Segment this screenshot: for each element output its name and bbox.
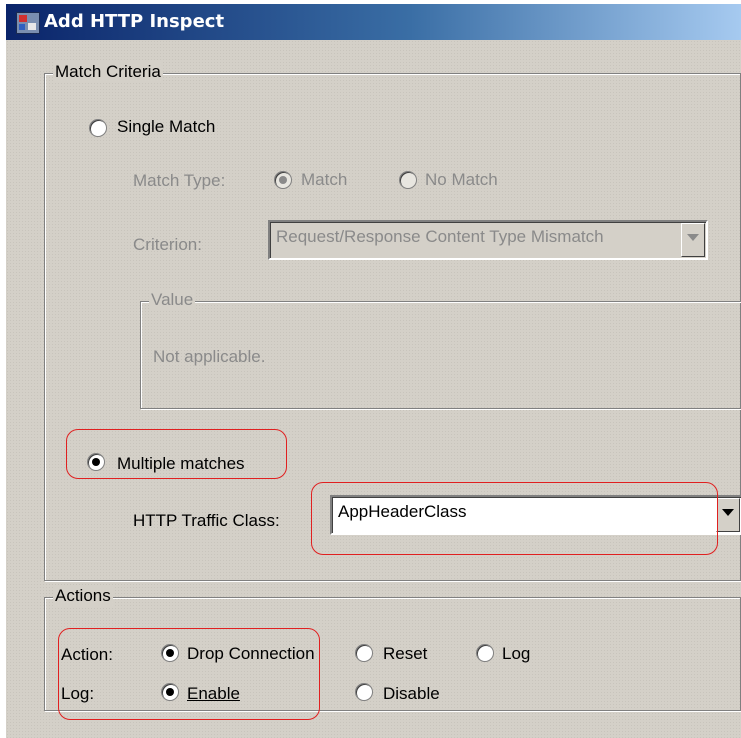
disable-label[interactable]: Disable	[383, 684, 440, 704]
title-bar: Add HTTP Inspect	[6, 4, 741, 40]
single-match-radio[interactable]	[89, 119, 107, 137]
highlight-traffic-class	[311, 482, 718, 555]
chevron-down-icon	[687, 234, 699, 241]
traffic-class-dropdown-button[interactable]	[716, 498, 740, 532]
match-option-label[interactable]: Match	[301, 170, 347, 190]
dialog-body: Match Criteria Single Match Match Type: …	[6, 40, 741, 738]
log-option-label[interactable]: Log	[502, 644, 530, 664]
value-group: Value Not applicable.	[140, 290, 741, 409]
criterion-label: Criterion:	[133, 235, 202, 254]
reset-radio[interactable]	[355, 644, 373, 662]
value-legend: Value	[149, 290, 196, 310]
no-match-option-label[interactable]: No Match	[425, 170, 498, 190]
traffic-class-label: HTTP Traffic Class:	[133, 511, 280, 530]
actions-legend: Actions	[53, 586, 113, 606]
chevron-down-icon	[722, 509, 734, 516]
log-action-radio[interactable]	[476, 644, 494, 662]
app-icon	[16, 12, 40, 34]
match-criteria-legend: Match Criteria	[53, 62, 163, 82]
criterion-dropdown-button[interactable]	[681, 223, 705, 257]
value-text: Not applicable.	[153, 347, 266, 366]
criterion-value: Request/Response Content Type Mismatch	[276, 227, 604, 246]
disable-radio[interactable]	[355, 683, 373, 701]
highlight-multiple-matches	[66, 429, 287, 479]
window-title: Add HTTP Inspect	[44, 11, 225, 32]
match-radio[interactable]	[274, 171, 292, 189]
criterion-select[interactable]: Request/Response Content Type Mismatch	[268, 220, 708, 260]
single-match-label[interactable]: Single Match	[117, 117, 215, 137]
highlight-action-log	[58, 628, 320, 720]
match-type-label: Match Type:	[133, 171, 226, 190]
no-match-radio[interactable]	[399, 171, 417, 189]
reset-label[interactable]: Reset	[383, 644, 427, 664]
